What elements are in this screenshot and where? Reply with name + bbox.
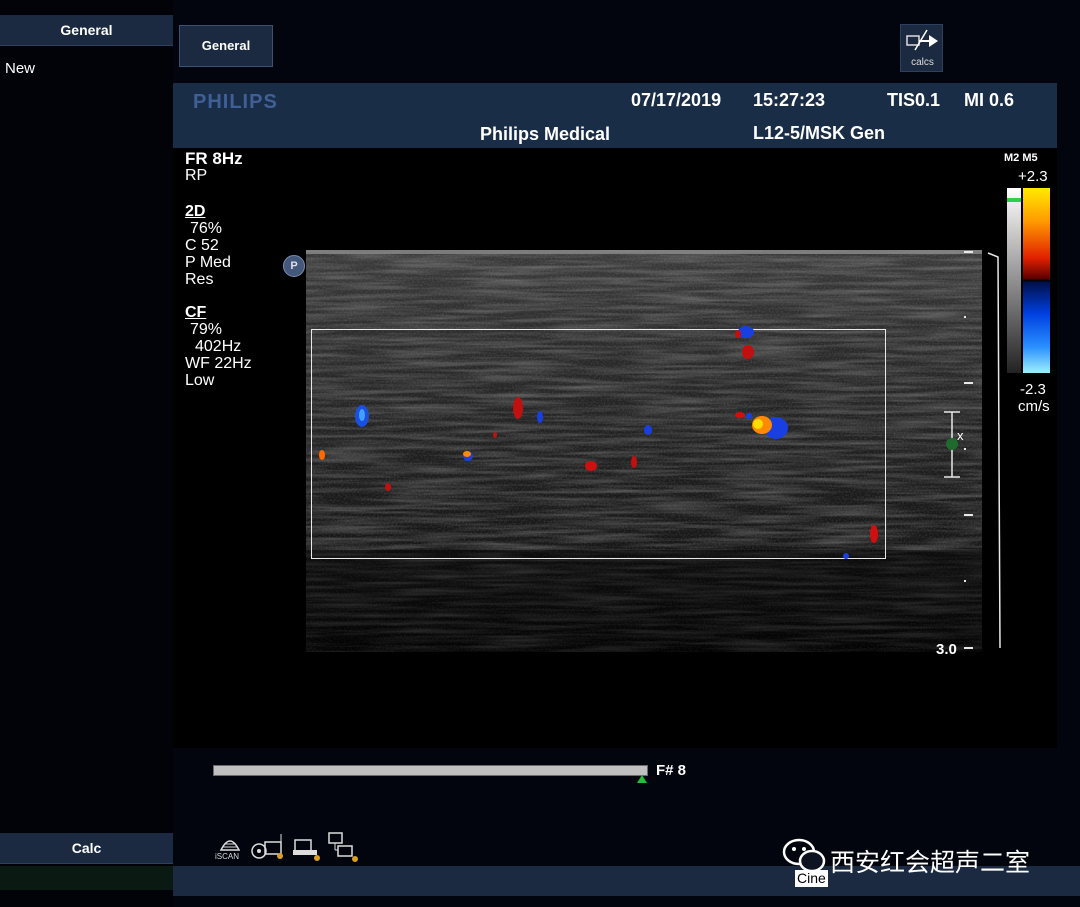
network-icon[interactable]	[326, 828, 364, 864]
calc-tab-header[interactable]: Calc	[0, 833, 173, 864]
calcs-arrow-icon	[906, 29, 938, 51]
calcs-button[interactable]: calcs	[900, 24, 943, 72]
philips-logo: PHILIPS	[193, 91, 278, 113]
frame-number: F# 8	[656, 762, 687, 779]
depth-scale	[944, 251, 1001, 649]
mode-2d-gain: 76%	[190, 220, 223, 237]
general-tab-header[interactable]: General	[0, 15, 173, 46]
cf-title: CF	[185, 304, 207, 321]
probe-preset: L12-5/MSK Gen	[753, 123, 886, 143]
cf-wall-filter: WF 22Hz	[185, 355, 252, 372]
iscan-icon[interactable]: iSCAN	[213, 828, 251, 864]
mode-2d-title: 2D	[185, 203, 206, 220]
doppler-flow-overlay	[319, 326, 878, 559]
probe-orientation-marker: P	[283, 255, 305, 277]
calc-panel-strip	[0, 866, 173, 890]
cf-gain: 79%	[190, 321, 223, 338]
mode-2d-compression: C 52	[185, 237, 219, 254]
institution-name: Philips Medical	[480, 124, 611, 144]
color-scale-unit: cm/s	[1018, 398, 1050, 415]
transducer-icon[interactable]	[250, 828, 288, 864]
focus-label: x	[957, 428, 964, 443]
color-scale-bar	[1023, 188, 1050, 373]
mi-value: MI 0.6	[964, 90, 1015, 110]
iscan-label: iSCAN	[215, 852, 240, 861]
exam-date: 07/17/2019	[631, 90, 722, 110]
header-bar: PHILIPS 07/17/2019 15:27:23 TIS0.1 MI 0.…	[173, 83, 1057, 148]
mode-2d-persistence: P Med	[185, 254, 231, 271]
frame-rate: FR 8Hz	[185, 149, 243, 168]
tis-value: TIS0.1	[887, 90, 941, 110]
resolution-mode: RP	[185, 167, 208, 184]
general-button[interactable]: General	[179, 25, 273, 67]
depth-value: 3.0	[936, 641, 957, 658]
imaging-parameters: FR 8Hz RP 2D 76% C 52 P Med Res CF 79% 4…	[185, 150, 252, 389]
cine-scrollbar[interactable]	[213, 765, 648, 776]
color-map-label: M2 M5	[1004, 152, 1038, 164]
cine-position-marker[interactable]	[636, 775, 647, 783]
color-scale-max: +2.3	[1018, 168, 1048, 185]
sidebar-item-new[interactable]: New	[5, 60, 35, 77]
color-scale-min: -2.3	[1020, 381, 1046, 398]
cf-level: Low	[185, 372, 215, 389]
watermark-text: 西安红会超声二室	[830, 849, 1031, 877]
cine-badge: Cine	[795, 870, 828, 887]
mode-2d-res: Res	[185, 271, 214, 288]
calcs-label: calcs	[911, 57, 934, 68]
cf-prf: 402Hz	[195, 338, 242, 355]
printer-icon[interactable]	[291, 828, 329, 864]
left-panel: General New Calc	[0, 0, 173, 907]
gray-map-marker	[1007, 198, 1021, 202]
exam-time: 15:27:23	[753, 90, 826, 110]
